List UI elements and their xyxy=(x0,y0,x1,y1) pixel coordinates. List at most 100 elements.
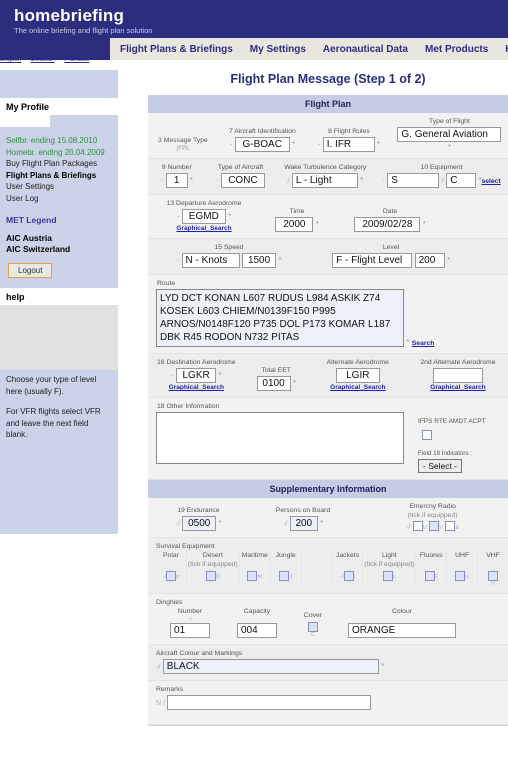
form-row-survival-equipment: Survival Equipment Polar x -/p Desert (t… xyxy=(148,538,508,594)
prefix-dash: - xyxy=(229,142,233,149)
survival-polar-checkbox[interactable] xyxy=(166,570,177,581)
other-information-textarea[interactable] xyxy=(156,412,404,464)
prefix-dash: / xyxy=(287,178,290,185)
survival-light-checkbox[interactable] xyxy=(382,570,393,581)
field-type-of-aircraft: Type of Aircraft - xyxy=(206,164,276,188)
survival-vhf-checkbox[interactable] xyxy=(488,570,499,581)
label-tick-if-equipped: (tick if equipped) xyxy=(407,511,458,519)
sidebar-item-met-legend[interactable]: MET Legend xyxy=(0,208,118,227)
sidebar-item-user-log[interactable]: User Log xyxy=(6,193,118,205)
prefix-dash: - xyxy=(160,178,164,185)
sidebar: My Profile Selfbr. ending 15.08.2010 Hom… xyxy=(0,70,118,534)
dinghy-number-input[interactable] xyxy=(170,622,210,638)
required-marker: * xyxy=(447,257,450,265)
label-uhf: UHF xyxy=(455,552,470,560)
dinghy-colour-input[interactable] xyxy=(348,622,456,638)
label-number: 9 Number xyxy=(161,164,192,171)
nav-item-aeronautical-data[interactable]: Aeronautical Data xyxy=(323,44,408,55)
form-row-route: Route * Search xyxy=(148,275,508,354)
nav-item-my-settings[interactable]: My Settings xyxy=(250,44,306,55)
departure-graphical-search-link[interactable]: Graphical_Search xyxy=(154,225,254,232)
sidebar-item-flight-plans[interactable]: Flight Plans & Briefings xyxy=(6,170,118,182)
survival-fluores-checkbox[interactable] xyxy=(424,570,435,581)
label-wake-turbulence: Wake Turbulence Category xyxy=(284,164,367,171)
field18-indicators-select[interactable]: - Select - xyxy=(418,458,463,473)
survival-col-jackets: Jackets x -/j xyxy=(333,552,364,587)
sidebar-item-user-settings[interactable]: User Settings xyxy=(6,181,118,193)
label-aircraft-identification: 7 Aircraft Identification xyxy=(228,128,296,135)
required-marker: * xyxy=(315,221,319,229)
level-input[interactable] xyxy=(414,253,445,268)
required-marker: * xyxy=(377,141,380,149)
survival-jackets-checkbox[interactable] xyxy=(343,570,354,581)
wake-turbulence-select[interactable] xyxy=(291,173,358,188)
label-dinghies: Dinghies xyxy=(156,598,183,606)
type-of-flight-select[interactable] xyxy=(397,127,502,142)
alternate-graphical-search-link[interactable]: Graphical_Search xyxy=(314,384,402,391)
persons-on-board-input[interactable] xyxy=(289,516,318,532)
form-row-dinghies: Dinghies Number -/ Capacity x Cover C xyxy=(148,593,508,645)
survival-col-vhf: VHF x V xyxy=(478,552,508,587)
type-of-aircraft-input[interactable] xyxy=(220,173,265,188)
survival-uhf-checkbox[interactable] xyxy=(455,570,466,581)
required-marker: * xyxy=(218,372,222,380)
number-input[interactable] xyxy=(165,173,188,188)
alternate-aerodrome-input[interactable] xyxy=(335,368,380,383)
label-maritime: Maritime xyxy=(241,552,268,560)
label-aircraft-colour: Aircraft Colour and Markings xyxy=(156,649,243,657)
route-textarea[interactable] xyxy=(156,289,404,347)
emergency-radio-v-checkbox[interactable] xyxy=(429,521,440,532)
date-input[interactable] xyxy=(354,217,421,232)
survival-col-uhf: UHF x U xyxy=(447,552,479,587)
remarks-input[interactable] xyxy=(167,694,372,710)
endurance-input[interactable] xyxy=(182,516,217,532)
dinghy-cover-checkbox[interactable] xyxy=(308,621,318,632)
prefix-dash: -/ xyxy=(156,663,161,671)
equipment-separator: / xyxy=(441,178,444,185)
aircraft-identification-input[interactable] xyxy=(234,137,290,152)
survival-jungle-checkbox[interactable] xyxy=(279,570,290,581)
required-marker: * xyxy=(218,520,222,528)
aircraft-colour-input[interactable] xyxy=(162,658,379,674)
label-speed: 15 Speed xyxy=(214,244,244,251)
sidebar-item-aic-switzerland[interactable]: AIC Switzerland xyxy=(6,244,118,255)
alternate2-aerodrome-input[interactable] xyxy=(432,368,483,383)
emergency-radio-u-checkbox[interactable] xyxy=(412,521,423,532)
form-row-speed-level: 15 Speed - * Level * xyxy=(148,239,508,275)
time-input[interactable] xyxy=(275,217,314,232)
speed-input[interactable] xyxy=(242,253,277,268)
field-level: Level * xyxy=(310,244,472,268)
departure-aerodrome-input[interactable] xyxy=(181,209,226,224)
sidebar-item-aic-austria[interactable]: AIC Austria xyxy=(6,233,118,244)
equipment-input-2[interactable] xyxy=(446,173,477,188)
label-total-eet: Total EET xyxy=(261,367,291,374)
speed-unit-select[interactable] xyxy=(181,253,240,268)
equipment-select-link[interactable]: select xyxy=(481,178,500,185)
label-route: Route xyxy=(157,280,176,287)
field-speed: 15 Speed - * xyxy=(148,244,310,268)
label-desert: Desert xyxy=(202,552,223,560)
emergency-radio-e-checkbox[interactable] xyxy=(445,521,456,532)
equipment-input-1[interactable] xyxy=(387,173,440,188)
destination-graphical-search-link[interactable]: Graphical_Search xyxy=(154,384,239,391)
destination-aerodrome-input[interactable] xyxy=(176,368,217,383)
flight-rules-select[interactable] xyxy=(322,137,375,152)
survival-col-jungle: Jungle x J xyxy=(271,552,302,587)
total-eet-input[interactable] xyxy=(256,376,291,391)
route-search-link[interactable]: Search xyxy=(412,340,435,347)
nav-item-met-products[interactable]: Met Products xyxy=(425,44,488,55)
survival-desert-checkbox[interactable] xyxy=(205,570,216,581)
dinghy-capacity-input[interactable] xyxy=(237,622,277,638)
sidebar-item-buy-packages[interactable]: Buy Flight Plan Packages xyxy=(6,158,118,170)
alternate2-graphical-search-link[interactable]: Graphical_Search xyxy=(414,384,502,391)
prefix-dash: - xyxy=(176,258,180,265)
logout-button[interactable]: Logout xyxy=(8,263,53,278)
required-marker: * xyxy=(448,144,451,152)
survival-maritime-checkbox[interactable] xyxy=(247,570,258,581)
level-type-select[interactable] xyxy=(332,253,413,268)
label-message-type: 3 Message Type xyxy=(158,137,208,144)
survival-col-light: Light (tick if equipped) L xyxy=(363,552,417,587)
required-marker: * xyxy=(190,177,193,185)
label-departure-aerodrome: 13 Departure Aerodrome xyxy=(166,200,242,207)
ifps-rte-amdt-acpt-checkbox[interactable] xyxy=(422,429,432,440)
